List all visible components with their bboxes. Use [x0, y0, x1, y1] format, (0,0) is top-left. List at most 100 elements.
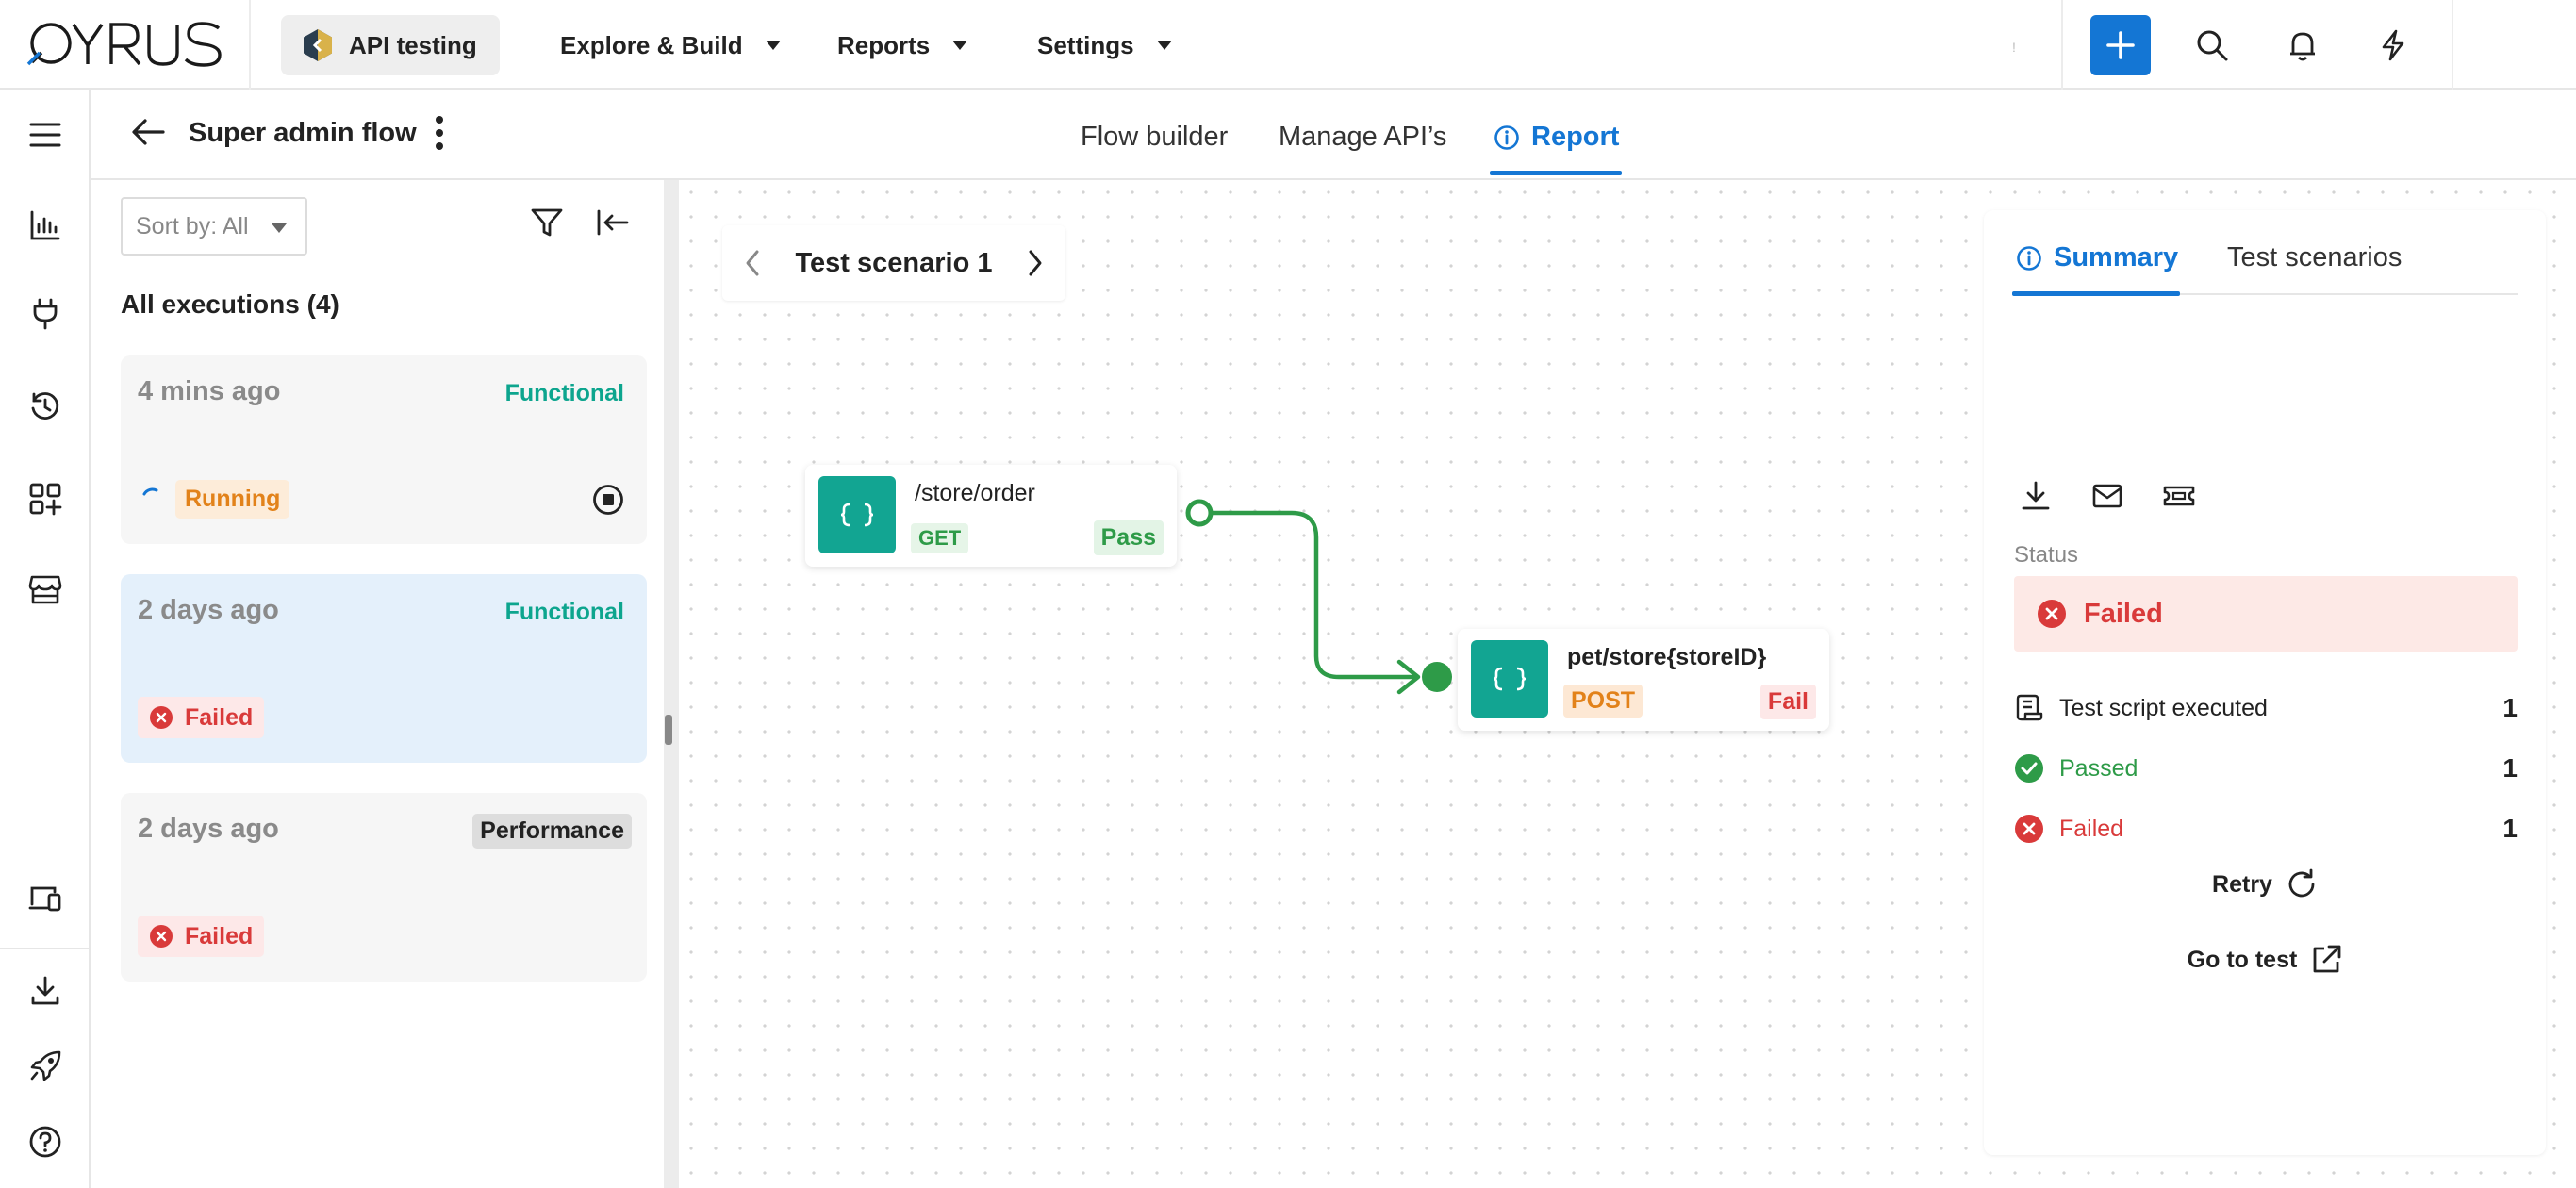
nav-reports[interactable]: Reports [837, 23, 968, 68]
sort-select-value: Sort by: All [136, 212, 249, 239]
status-value: Failed [2084, 598, 2163, 629]
next-scenario-button[interactable] [1026, 249, 1045, 277]
stat-row-executed: Test script executed 1 [2014, 689, 2518, 727]
nav-settings[interactable]: Settings [1037, 23, 1172, 68]
download-icon [31, 976, 59, 1005]
api-node-icon [818, 476, 896, 553]
stat-count: 1 [2502, 693, 2518, 722]
search-icon [2197, 30, 2228, 61]
search-button[interactable] [2191, 25, 2233, 66]
api-path: /store/order [915, 480, 1035, 506]
active-tab-indicator [1490, 171, 1622, 175]
info-icon [2017, 245, 2041, 271]
left-rail [0, 90, 91, 1188]
rail-store[interactable] [25, 569, 66, 610]
plug-icon [33, 298, 58, 330]
arrow-left-icon [132, 119, 165, 145]
execution-time: 4 mins ago [138, 376, 281, 406]
tab-test-scenarios[interactable]: Test scenarios [2227, 242, 2402, 273]
rail-downloads[interactable] [25, 970, 66, 1012]
rail-apps[interactable] [25, 478, 66, 520]
history-icon [31, 392, 59, 420]
retry-button[interactable]: Retry [1984, 861, 2546, 908]
collapse-panel-button[interactable] [596, 208, 630, 237]
menu-button[interactable] [25, 114, 66, 156]
execution-status: Failed [138, 916, 265, 957]
rail-integrations[interactable] [25, 293, 66, 335]
execution-card[interactable]: 4 mins ago Functional Running [121, 355, 647, 544]
execution-card[interactable]: 2 days ago Performance Failed [121, 793, 647, 982]
panel-splitter[interactable] [664, 180, 679, 1188]
tab-flow-builder[interactable]: Flow builder [1081, 122, 1228, 153]
external-link-icon [2313, 945, 2341, 973]
tab-report[interactable]: Report [1494, 122, 1619, 153]
scenario-navigator: Test scenario 1 [722, 225, 1065, 301]
scenario-name: Test scenario 1 [795, 247, 993, 278]
spinner-icon [142, 487, 158, 496]
stat-label: Passed [2059, 754, 2138, 782]
more-options-button[interactable] [434, 114, 445, 152]
back-button[interactable] [130, 116, 166, 148]
caret-down-icon [765, 41, 781, 50]
chevron-right-icon [1029, 250, 1042, 276]
qyrus-logo[interactable] [26, 17, 226, 74]
execution-time: 2 days ago [138, 814, 279, 844]
ticket-button[interactable] [2159, 476, 2199, 516]
execution-card[interactable]: 2 days ago Functional Failed [121, 574, 647, 763]
stat-count: 1 [2502, 753, 2518, 783]
page-title: Super admin flow [189, 118, 417, 148]
status-label: Status [2014, 542, 2079, 568]
rail-launch[interactable] [25, 1046, 66, 1087]
tab-summary[interactable]: Summary [2016, 242, 2178, 273]
stop-circle-icon [593, 485, 623, 515]
script-icon [2016, 694, 2043, 721]
stat-row-failed: Failed 1 [2014, 810, 2518, 848]
quick-actions-button[interactable] [2372, 25, 2414, 66]
execution-type-badge: Functional [504, 380, 624, 406]
flow-header: Super admin flow Flow builder Manage API… [91, 90, 2576, 180]
splitter-handle[interactable] [665, 715, 672, 745]
product-switcher[interactable]: API testing [281, 15, 500, 75]
rail-help[interactable] [25, 1121, 66, 1163]
create-new-button[interactable] [2090, 15, 2151, 75]
nav-label: Explore & Build [560, 30, 743, 59]
go-to-test-button[interactable]: Go to test [1984, 936, 2546, 983]
notifications-button[interactable] [2282, 25, 2323, 66]
stop-execution-button[interactable] [592, 484, 624, 516]
go-to-test-label: Go to test [2187, 946, 2298, 973]
chevron-left-icon [746, 250, 759, 276]
filter-button[interactable] [530, 206, 564, 239]
sort-select[interactable]: Sort by: All [121, 197, 307, 256]
product-name: API testing [349, 30, 477, 59]
divider [0, 948, 91, 949]
tab-manage-apis[interactable]: Manage API’s [1279, 122, 1446, 153]
email-report-button[interactable] [2088, 476, 2127, 516]
collapse-left-icon [597, 209, 629, 236]
rail-devices[interactable] [25, 878, 66, 919]
api-node-store-order[interactable]: /store/order GET Pass [805, 465, 1177, 567]
devices-icon [28, 886, 61, 912]
api-path: pet/store{storeID} [1567, 644, 1767, 670]
braces-icon [840, 503, 874, 527]
executions-panel: Sort by: All All executions (4) 4 mins a… [91, 180, 664, 1188]
divider [249, 0, 251, 90]
error-x-icon [2038, 600, 2066, 628]
dashboard-chart-icon [30, 210, 60, 240]
previous-scenario-button[interactable] [743, 249, 762, 277]
status-label: Failed [185, 703, 254, 731]
retry-label: Retry [2212, 870, 2272, 898]
summary-panel: Summary Test scenarios Status Failed Tes… [1984, 210, 2546, 1155]
download-report-button[interactable] [2016, 476, 2056, 516]
rail-dashboard[interactable] [25, 205, 66, 246]
nav-explore-build[interactable]: Explore & Build [560, 23, 781, 68]
execution-type-badge: Functional [504, 599, 624, 625]
stat-count: 1 [2502, 814, 2518, 843]
faint-indicator: ! [2012, 40, 2016, 55]
check-circle-icon [2015, 754, 2043, 783]
rail-history[interactable] [25, 386, 66, 427]
filter-icon [531, 208, 563, 237]
error-x-icon [2015, 815, 2043, 843]
status-badge: Failed [2014, 576, 2518, 652]
nav-label: Settings [1037, 30, 1134, 59]
api-node-pet-store[interactable]: pet/store{storeID} POST Fail [1458, 629, 1829, 731]
